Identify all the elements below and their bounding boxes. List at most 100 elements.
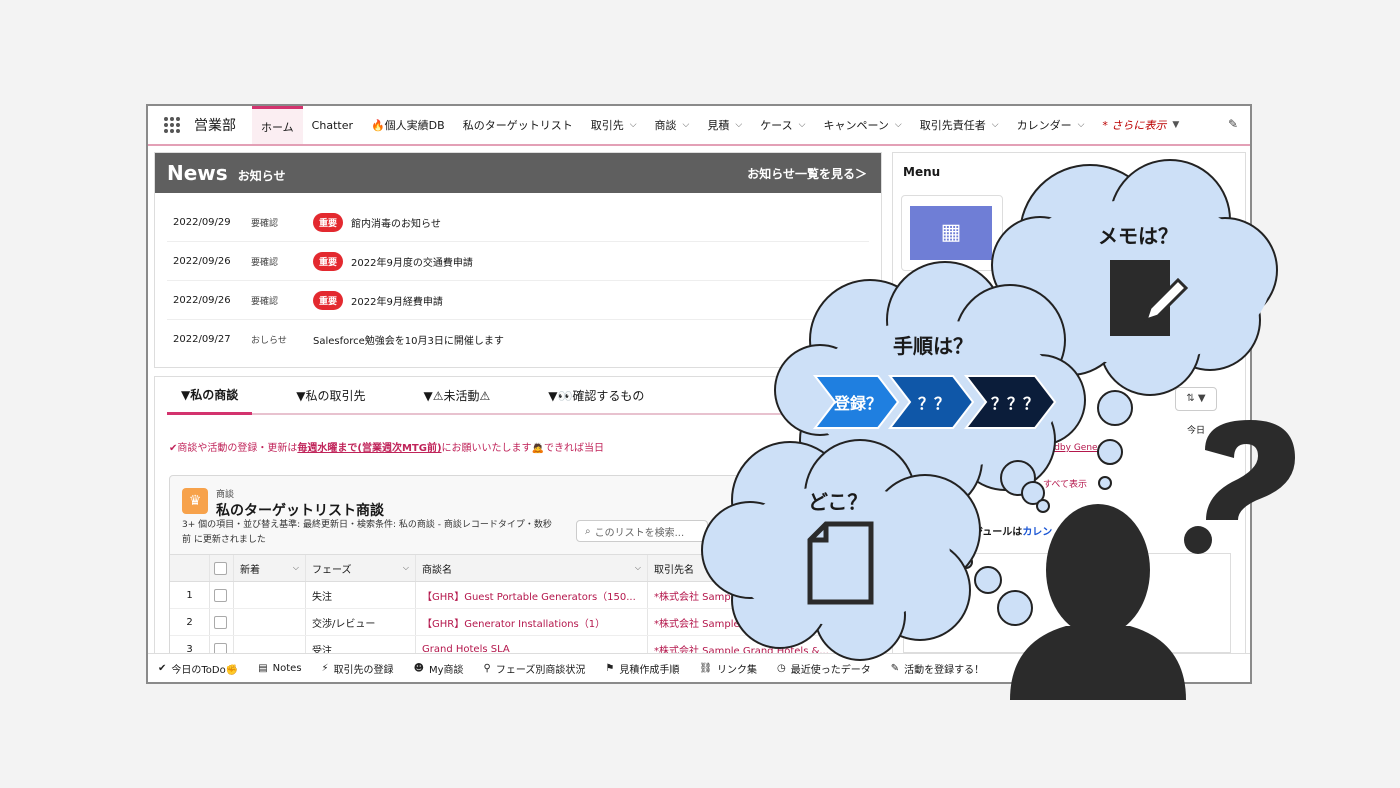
chevron-down-icon: ▼	[1172, 120, 1180, 130]
nav-tab-label: ケース	[760, 119, 793, 132]
row-checkbox[interactable]	[214, 588, 227, 602]
cell-opportunity-name[interactable]: 【GHR】Guest Portable Generators（150...	[416, 582, 648, 608]
work-tab-2[interactable]: ▼⚠未活動⚠	[409, 377, 504, 413]
row-select[interactable]	[210, 582, 234, 608]
nav-tab-3[interactable]: 私のターゲットリスト	[454, 106, 582, 144]
news-date: 2022/09/27	[173, 333, 231, 345]
utility-item-6[interactable]: ⛓ リンク集	[699, 661, 757, 676]
work-tab-3[interactable]: ▼👀確認するもの	[534, 377, 658, 413]
utility-item-0[interactable]: ✔ 今日のToDo✊	[158, 661, 238, 676]
list-object-label: 商談	[216, 490, 235, 500]
chevron-down-icon[interactable]: ⌵	[683, 120, 690, 130]
cell-account-name[interactable]: *株式会社 Sample G	[648, 609, 868, 635]
table-row: 1 失注 【GHR】Guest Portable Generators（150...…	[170, 582, 870, 609]
chevron-down-icon[interactable]: ⌵	[735, 120, 742, 130]
list-view: ♛ 商談 私のターゲットリスト商談 3+ 個の項目・並び替え基準: 最終更新日・…	[169, 475, 871, 667]
utility-item-2[interactable]: ⚡ 取引先の登録	[322, 661, 394, 676]
nav-tab-4[interactable]: 取引先 ⌵	[582, 106, 646, 144]
today-label[interactable]: 今日	[1187, 423, 1205, 436]
header-phase[interactable]: フェーズ ⌵	[306, 555, 416, 581]
list-search-input[interactable]: ⌕ このリストを検索...	[576, 520, 708, 542]
utility-label: Notes	[272, 662, 302, 674]
news-item[interactable]: 2022/09/29 要確認 重要 館内消毒のお知らせ	[167, 203, 869, 242]
nav-tab-0[interactable]: ホーム	[252, 106, 303, 144]
utility-label: 見積作成手順	[619, 664, 680, 676]
news-text[interactable]: 2022年9月経費申請	[351, 293, 443, 308]
app-launcher-icon[interactable]	[164, 117, 180, 133]
utility-item-7[interactable]: ◷ 最近使ったデータ	[777, 661, 871, 676]
step-2-label: ？？	[917, 394, 950, 413]
news-date: 2022/09/26	[173, 294, 231, 306]
chevron-down-icon[interactable]: ⌵	[293, 563, 299, 573]
utility-icon: ✎	[890, 662, 900, 674]
memo-question: メモは？	[1098, 224, 1178, 248]
news-text[interactable]: Salesforce勉強会を10月3日に開催します	[313, 332, 504, 347]
news-item[interactable]: 2022/09/27 おしらせ Salesforce勉強会を10月3日に開催します	[167, 320, 869, 358]
utility-item-8[interactable]: ✎ 活動を登録する！	[891, 661, 984, 676]
utility-label: リンク集	[717, 664, 758, 676]
chevron-down-icon[interactable]: ⌵	[403, 563, 409, 573]
crown-icon: ♛	[182, 488, 208, 514]
edit-nav-pencil-icon[interactable]: ✎	[1228, 117, 1238, 131]
row-checkbox[interactable]	[214, 615, 227, 629]
nav-tab-8[interactable]: キャンペーン ⌵	[814, 106, 910, 144]
col-phase-label: フェーズ	[312, 564, 352, 576]
news-item[interactable]: 2022/09/26 要確認 重要 2022年9月度の交通費申請	[167, 242, 869, 281]
utility-icon: ⛓	[699, 662, 713, 674]
sort-button[interactable]: ⇅ ▼	[1175, 387, 1217, 411]
show-all-link[interactable]: すべて表示	[1043, 477, 1087, 490]
chevron-down-icon[interactable]: ⌵	[635, 563, 641, 573]
cell-new	[234, 609, 306, 635]
utility-label: 取引先の登録	[333, 664, 394, 676]
utility-item-1[interactable]: ▤ Notes	[258, 663, 301, 674]
chevron-down-icon[interactable]: ⌵	[630, 120, 637, 130]
illustration-box	[903, 553, 1231, 653]
nav-tab-9[interactable]: 取引先責任者 ⌵	[911, 106, 1008, 144]
important-badge: 重要	[313, 251, 344, 271]
list-title[interactable]: 私のターゲットリスト商談	[216, 500, 384, 520]
chevron-down-icon[interactable]: ⌵	[1078, 120, 1085, 130]
select-all-checkbox[interactable]	[214, 561, 227, 575]
where-question: どこ？	[808, 490, 868, 514]
nav-tab-label: 取引先	[590, 119, 624, 132]
work-tab-0[interactable]: ▼私の商談	[167, 377, 253, 415]
table-row: 2 交渉/レビュー 【GHR】Generator Installations（1） *…	[170, 609, 870, 636]
more-tabs-button[interactable]: * さらに表示 ▼	[1093, 106, 1188, 144]
work-tab-1[interactable]: ▼私の取引先	[282, 377, 379, 413]
chevron-down-icon[interactable]: ⌵	[992, 120, 999, 130]
header-account[interactable]: 取引先名	[648, 555, 868, 581]
news-item[interactable]: 2022/09/26 要確認 重要 2022年9月経費申請	[167, 281, 869, 320]
news-status: 要確認	[251, 257, 279, 268]
header-new[interactable]: 新着 ⌵	[234, 555, 306, 581]
cell-phase: 交渉/レビュー	[306, 609, 416, 635]
news-status: 要確認	[251, 218, 279, 229]
row-select[interactable]	[210, 609, 234, 635]
nav-tab-6[interactable]: 見積 ⌵	[698, 106, 751, 144]
cell-account-name[interactable]: *株式会社 Sample	[648, 582, 868, 608]
nav-tab-2[interactable]: 🔥個人実績DB	[362, 106, 454, 144]
utility-icon: ⚲	[483, 662, 491, 674]
header-select[interactable]	[210, 555, 234, 581]
nav-tab-10[interactable]: カレンダー ⌵	[1008, 106, 1094, 144]
utility-item-3[interactable]: ☻ My商談	[414, 661, 464, 676]
utility-label: 最近使ったデータ	[790, 664, 871, 676]
cell-opportunity-name[interactable]: 【GHR】Generator Installations（1）	[416, 609, 648, 635]
nav-tab-label: 商談	[654, 119, 677, 132]
chevron-down-icon[interactable]: ⌵	[895, 120, 902, 130]
standby-link[interactable]: andby Generat	[1043, 443, 1110, 453]
utility-item-4[interactable]: ⚲ フェーズ別商談状況	[484, 661, 586, 676]
nav-tab-1[interactable]: Chatter	[303, 106, 362, 144]
nav-tab-7[interactable]: ケース ⌵	[751, 106, 814, 144]
news-text[interactable]: 2022年9月度の交通費申請	[351, 254, 473, 269]
nav-tab-5[interactable]: 商談 ⌵	[646, 106, 699, 144]
menu-card-accounts[interactable]: ▦	[901, 195, 1003, 271]
header-name[interactable]: 商談名 ⌵	[416, 555, 648, 581]
news-text[interactable]: 館内消毒のお知らせ	[351, 215, 441, 230]
utility-item-5[interactable]: ⚑ 見積作成手順	[605, 661, 679, 676]
chevron-down-icon[interactable]: ⌵	[799, 120, 806, 130]
schedule-link[interactable]: カレン	[1022, 527, 1052, 538]
news-list-link[interactable]: お知らせ一覧を見る＞	[747, 165, 867, 182]
more-tabs-label: * さらに表示	[1102, 119, 1167, 132]
col-account-label: 取引先名	[654, 564, 694, 576]
work-tabs-panel: ▼私の商談 ▼私の取引先 ▼⚠未活動⚠ ▼👀確認するもの ✔商談や活動の登録・更新は毎…	[154, 376, 882, 667]
